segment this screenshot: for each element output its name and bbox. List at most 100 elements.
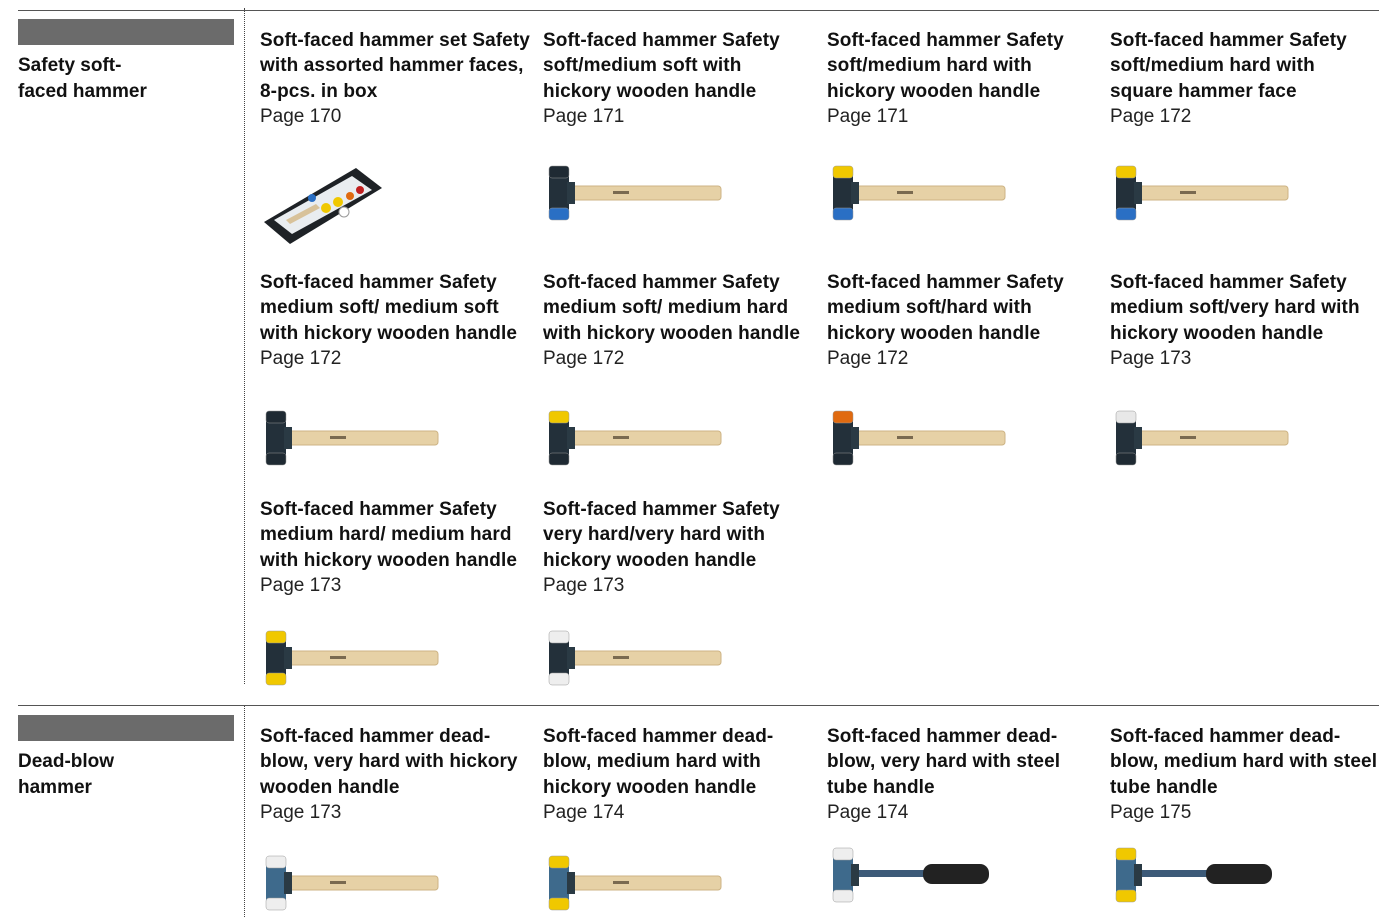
brand-mark: [613, 656, 629, 659]
face-yellow: [321, 203, 331, 213]
product-title: Soft-faced hammer Safety very hard/very …: [543, 499, 780, 571]
hammer-icon: [260, 625, 460, 689]
wooden-handle: [1131, 430, 1289, 446]
hammer-face-top: [832, 847, 854, 861]
product-title: Soft-faced hammer Safety soft/medium sof…: [543, 30, 780, 102]
hammer-collar: [851, 427, 859, 449]
product-title: Soft-faced hammer dead-blow, very hard w…: [827, 726, 1061, 798]
hammer-head: [266, 639, 286, 677]
hammer-collar: [284, 647, 292, 669]
hammer-collar: [567, 647, 575, 669]
page-reference[interactable]: Page 174: [543, 800, 813, 825]
hammer-head: [549, 864, 569, 902]
hammer-head: [833, 419, 853, 457]
page-reference[interactable]: Page 173: [260, 800, 530, 825]
face-red: [356, 186, 364, 194]
wooden-handle: [1131, 185, 1289, 201]
page-reference[interactable]: Page 173: [260, 573, 530, 598]
hammer-face-top: [265, 855, 287, 869]
wooden-handle: [281, 430, 439, 446]
hammer-face-bottom: [1115, 207, 1137, 221]
product-title: Soft-faced hammer dead-blow, medium hard…: [1110, 726, 1378, 798]
hammer-face-bottom: [832, 452, 854, 466]
hammer-collar: [1134, 427, 1142, 449]
hammer-face-top: [1115, 410, 1137, 424]
page-reference[interactable]: Page 175: [1110, 800, 1379, 825]
hammer-face-top: [265, 410, 287, 424]
product-title: Soft-faced hammer Safety soft/medium har…: [827, 30, 1064, 102]
brand-mark: [613, 881, 629, 884]
wooden-handle: [281, 650, 439, 666]
hammer-face-bottom: [1115, 889, 1137, 903]
product-entry: Soft-faced hammer Safety medium soft/ me…: [543, 270, 813, 371]
hammer-collar: [567, 182, 575, 204]
product-entry: Soft-faced hammer Safety soft/medium sof…: [543, 28, 813, 129]
brand-mark: [330, 656, 346, 659]
hammer-head: [1116, 856, 1136, 894]
page-reference[interactable]: Page 174: [827, 800, 1097, 825]
page-reference[interactable]: Page 172: [543, 346, 813, 371]
product-entry: Soft-faced hammer dead-blow, medium hard…: [1110, 724, 1379, 825]
hammer-head: [549, 639, 569, 677]
hammer-icon: [1110, 160, 1310, 224]
page-reference[interactable]: Page 172: [827, 346, 1097, 371]
hammer-head: [549, 174, 569, 212]
hammer-face-top: [548, 855, 570, 869]
section-color-bar: [18, 715, 234, 741]
page-reference[interactable]: Page 173: [1110, 346, 1379, 371]
dotted-separator: [244, 8, 245, 684]
hammer-head: [266, 864, 286, 902]
wooden-handle: [564, 875, 722, 891]
hammer-icon: [543, 160, 743, 224]
product-title: Soft-faced hammer Safety medium hard/ me…: [260, 499, 518, 571]
brand-mark: [613, 191, 629, 194]
brand-mark: [897, 436, 913, 439]
page-reference[interactable]: Page 172: [260, 346, 530, 371]
hammer-face-top: [832, 165, 854, 179]
product-title: Soft-faced hammer Safety medium soft/har…: [827, 272, 1064, 344]
hammer-face-top: [548, 630, 570, 644]
face-orange: [346, 192, 354, 200]
hammer-icon: [1110, 405, 1310, 469]
product-entry: Soft-faced hammer dead-blow, very hard w…: [260, 724, 530, 825]
product-entry: Soft-faced hammer dead-blow, very hard w…: [827, 724, 1097, 825]
hammer-icon: [543, 625, 743, 689]
hammer-icon: [543, 405, 743, 469]
hammer-collar: [1134, 182, 1142, 204]
hammer-icon: [827, 405, 1027, 469]
page-reference[interactable]: Page 172: [1110, 104, 1379, 129]
page-reference[interactable]: Page 171: [827, 104, 1097, 129]
hammer-collar: [1134, 864, 1142, 886]
face-yellow: [333, 197, 343, 207]
page-reference[interactable]: Page 171: [543, 104, 813, 129]
hammer-head: [1116, 174, 1136, 212]
section-title: Safety soft- faced hammer: [18, 55, 147, 102]
hammer-face-bottom: [548, 452, 570, 466]
hammer-head: [1116, 419, 1136, 457]
product-entry: Soft-faced hammer dead-blow, medium hard…: [543, 724, 813, 825]
page-reference[interactable]: Page 173: [543, 573, 813, 598]
wooden-handle: [848, 430, 1006, 446]
brand-mark: [897, 191, 913, 194]
product-title: Soft-faced hammer Safety medium soft/ me…: [543, 272, 801, 344]
product-entry: Soft-faced hammer Safety medium soft/ver…: [1110, 270, 1379, 371]
hammer-face-bottom: [548, 672, 570, 686]
product-entry: Soft-faced hammer set Safety with assort…: [260, 28, 530, 129]
section-divider: [18, 10, 1379, 11]
product-entry: Soft-faced hammer Safety medium hard/ me…: [260, 497, 530, 598]
section-divider: [18, 705, 1379, 706]
hammer-face-bottom: [265, 897, 287, 911]
rubber-grip: [923, 864, 989, 884]
hammer-face-top: [1115, 847, 1137, 861]
page-reference[interactable]: Page 170: [260, 104, 530, 129]
wooden-handle: [281, 875, 439, 891]
product-title: Soft-faced hammer Safety medium soft/ver…: [1110, 272, 1360, 344]
hammer-face-top: [548, 165, 570, 179]
dead-blow-hammer-icon: [543, 850, 743, 914]
hammer-set-case-icon: [256, 160, 386, 250]
dotted-separator: [244, 706, 245, 917]
product-title: Soft-faced hammer set Safety with assort…: [260, 30, 530, 102]
hammer-icon: [827, 160, 1027, 224]
dead-blow-hammer-icon: [260, 850, 460, 914]
hammer-icon: [260, 405, 460, 469]
